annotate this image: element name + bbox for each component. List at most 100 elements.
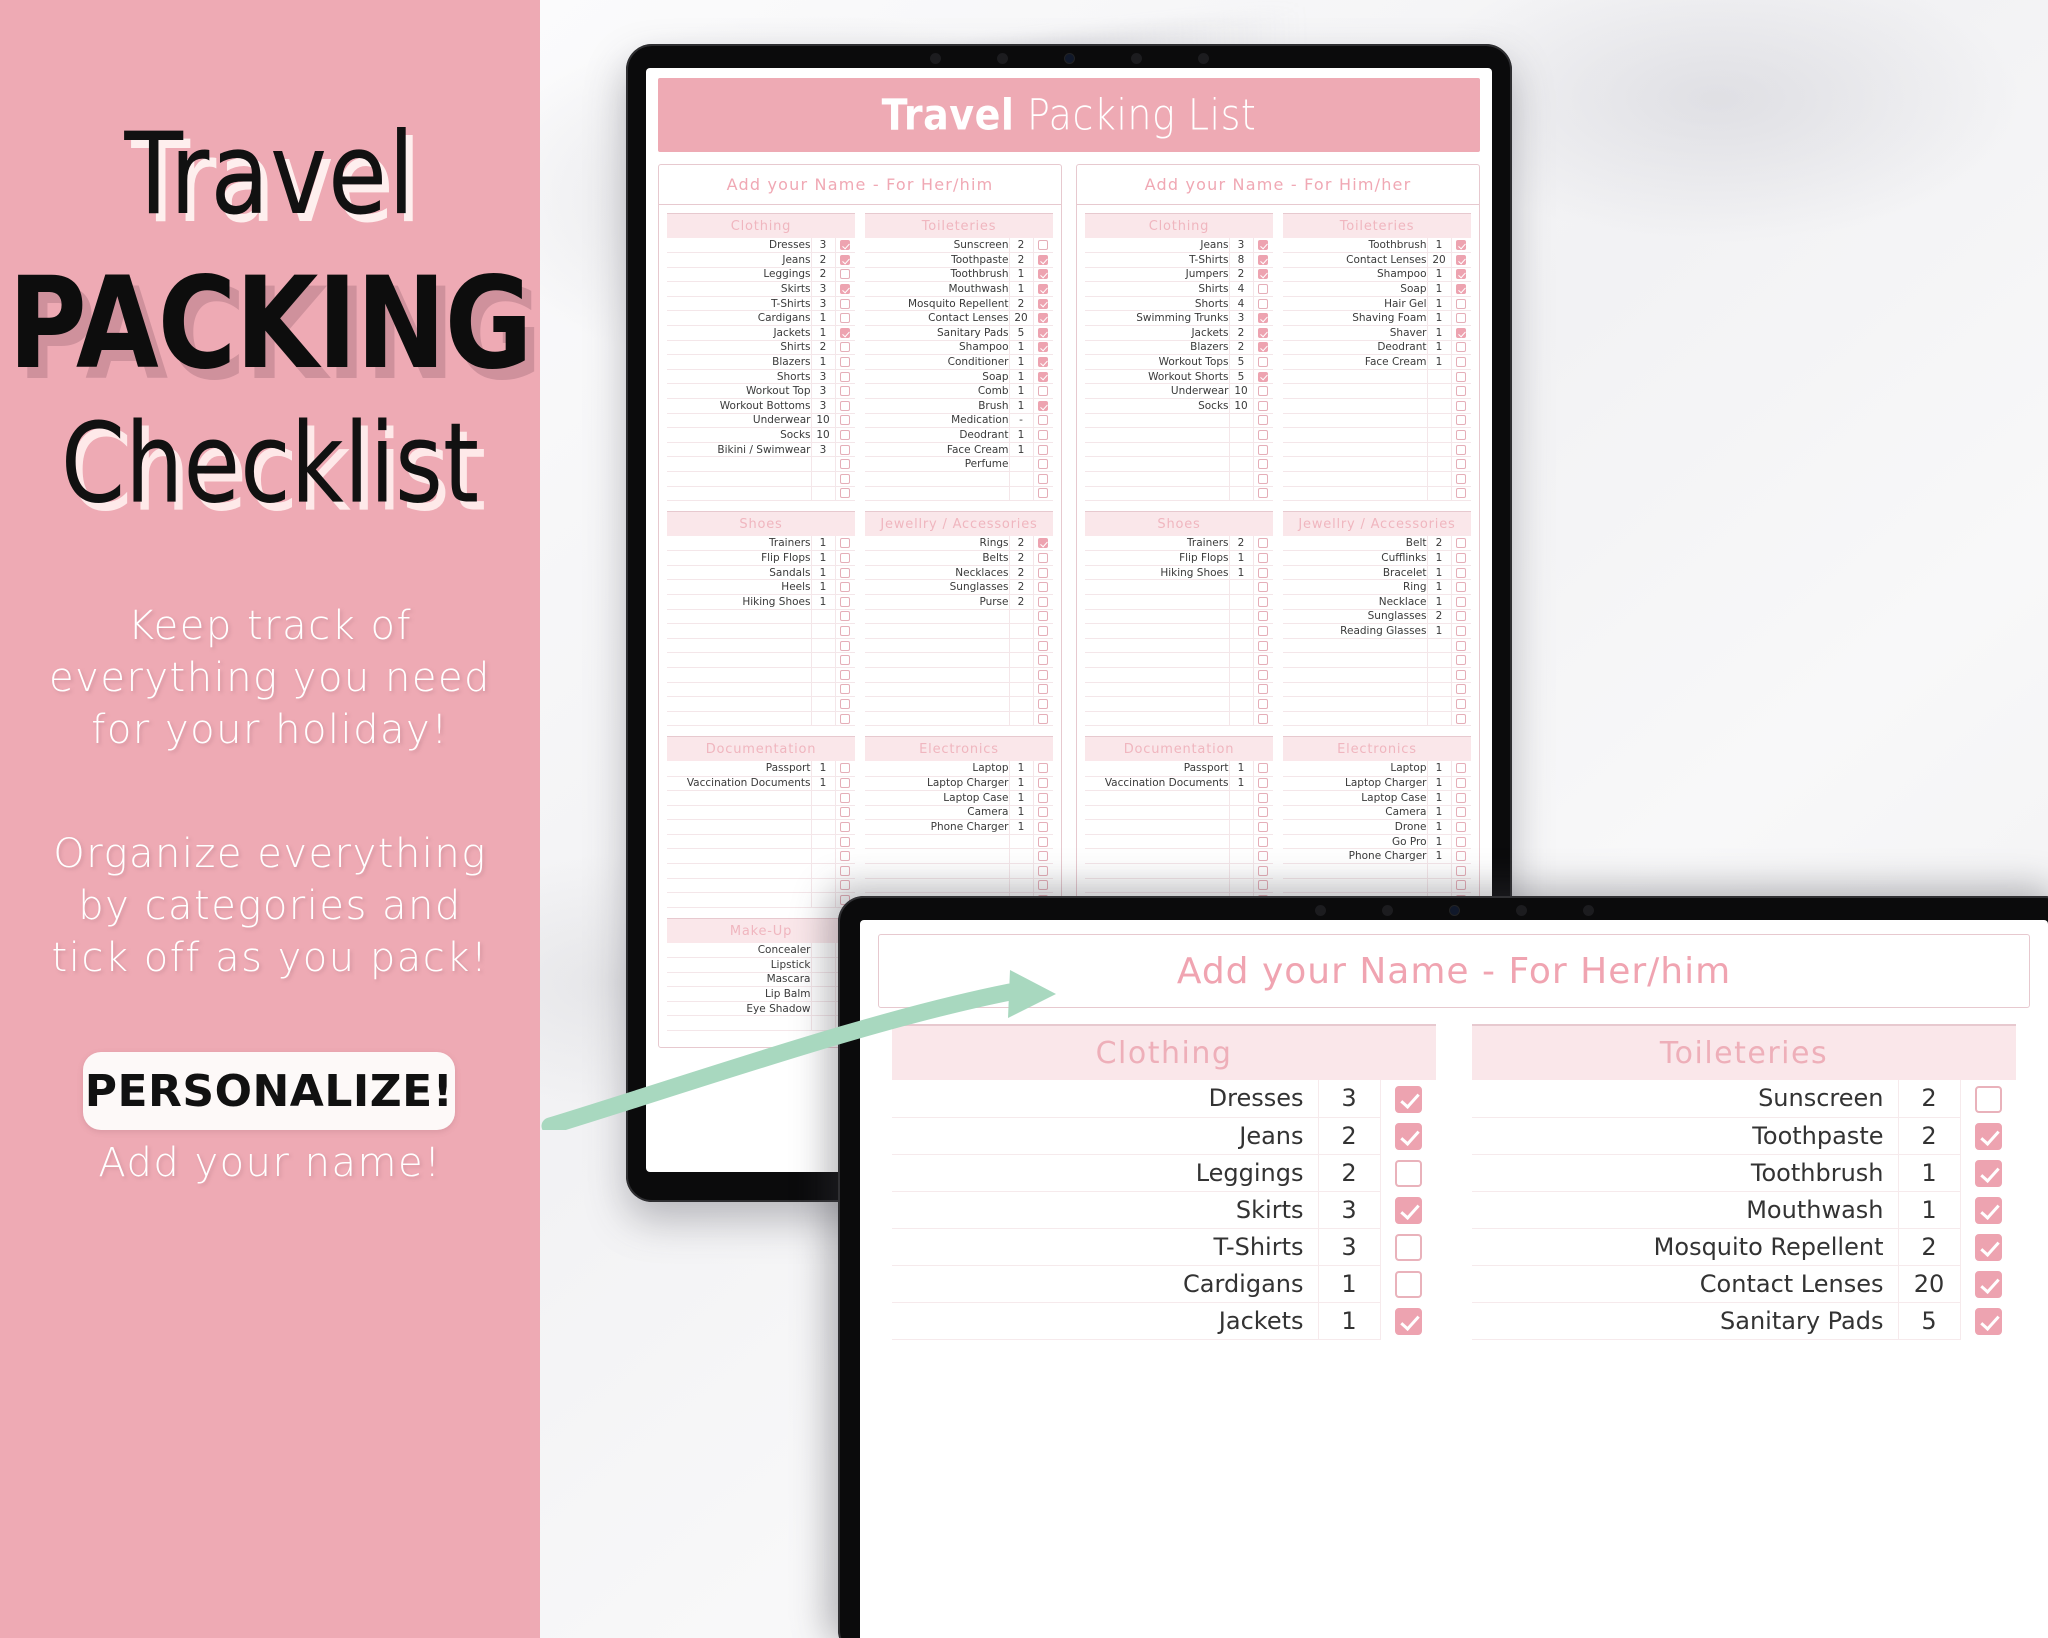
item-checkbox-cell[interactable] bbox=[835, 281, 855, 297]
checkbox-icon[interactable] bbox=[1456, 836, 1467, 847]
item-checkbox-cell[interactable] bbox=[1253, 296, 1273, 312]
checkbox-icon[interactable] bbox=[1394, 1307, 1422, 1335]
checkbox-icon[interactable] bbox=[1038, 313, 1049, 324]
checkbox-icon[interactable] bbox=[1456, 792, 1467, 803]
item-checkbox-cell[interactable] bbox=[1451, 776, 1471, 792]
checkbox-icon[interactable] bbox=[1258, 596, 1269, 607]
item-checkbox-cell[interactable] bbox=[1033, 696, 1053, 712]
checkbox-icon[interactable] bbox=[1038, 822, 1049, 833]
item-checkbox-cell[interactable] bbox=[1033, 848, 1053, 865]
item-checkbox-cell[interactable] bbox=[1253, 565, 1273, 581]
checkbox-icon[interactable] bbox=[840, 357, 851, 368]
item-checkbox-cell[interactable] bbox=[835, 536, 855, 552]
checkbox-icon[interactable] bbox=[1038, 254, 1049, 265]
item-checkbox-cell[interactable] bbox=[1380, 1154, 1436, 1191]
checkbox-icon[interactable] bbox=[1258, 444, 1269, 455]
checkbox-icon[interactable] bbox=[1258, 538, 1269, 549]
item-checkbox-cell[interactable] bbox=[1253, 609, 1273, 625]
checkbox-icon[interactable] bbox=[1974, 1159, 2002, 1187]
checkbox-icon[interactable] bbox=[1038, 327, 1049, 338]
checkbox-icon[interactable] bbox=[1038, 596, 1049, 607]
checkbox-icon[interactable] bbox=[1974, 1085, 2002, 1113]
item-checkbox-cell[interactable] bbox=[835, 383, 855, 400]
item-checkbox-cell[interactable] bbox=[1033, 776, 1053, 792]
item-checkbox-cell[interactable] bbox=[835, 550, 855, 566]
checkbox-icon[interactable] bbox=[840, 851, 851, 862]
item-checkbox-cell[interactable] bbox=[835, 442, 855, 458]
checkbox-icon[interactable] bbox=[840, 240, 851, 251]
item-checkbox-cell[interactable] bbox=[1033, 667, 1053, 683]
checkbox-icon[interactable] bbox=[1456, 342, 1467, 353]
checkbox-icon[interactable] bbox=[1456, 298, 1467, 309]
item-checkbox-cell[interactable] bbox=[1451, 383, 1471, 400]
item-checkbox-cell[interactable] bbox=[835, 398, 855, 414]
item-checkbox-cell[interactable] bbox=[1451, 550, 1471, 566]
item-checkbox-cell[interactable] bbox=[1451, 878, 1471, 894]
checkbox-icon[interactable] bbox=[1038, 611, 1049, 622]
item-checkbox-cell[interactable] bbox=[1451, 296, 1471, 312]
item-checkbox-cell[interactable] bbox=[1033, 609, 1053, 625]
checkbox-icon[interactable] bbox=[1456, 699, 1467, 710]
item-checkbox-cell[interactable] bbox=[1253, 834, 1273, 850]
item-checkbox-cell[interactable] bbox=[1451, 486, 1471, 502]
checkbox-icon[interactable] bbox=[840, 313, 851, 324]
checkbox-icon[interactable] bbox=[1038, 699, 1049, 710]
item-checkbox-cell[interactable] bbox=[1253, 310, 1273, 327]
item-checkbox-cell[interactable] bbox=[1253, 790, 1273, 806]
checkbox-icon[interactable] bbox=[1258, 473, 1269, 484]
checkbox-icon[interactable] bbox=[1456, 778, 1467, 789]
item-checkbox-cell[interactable] bbox=[835, 761, 855, 777]
checkbox-icon[interactable] bbox=[1456, 430, 1467, 441]
item-checkbox-cell[interactable] bbox=[1451, 340, 1471, 356]
item-checkbox-cell[interactable] bbox=[835, 805, 855, 821]
item-checkbox-cell[interactable] bbox=[835, 325, 855, 341]
item-checkbox-cell[interactable] bbox=[1253, 863, 1273, 879]
checkbox-icon[interactable] bbox=[840, 415, 851, 426]
item-checkbox-cell[interactable] bbox=[1451, 413, 1471, 429]
checkbox-icon[interactable] bbox=[1258, 254, 1269, 265]
item-checkbox-cell[interactable] bbox=[1380, 1265, 1436, 1302]
item-checkbox-cell[interactable] bbox=[1033, 623, 1053, 639]
checkbox-icon[interactable] bbox=[840, 284, 851, 295]
checkbox-icon[interactable] bbox=[1038, 488, 1049, 499]
item-checkbox-cell[interactable] bbox=[1253, 456, 1273, 472]
checkbox-icon[interactable] bbox=[1456, 488, 1467, 499]
checkbox-icon[interactable] bbox=[1258, 567, 1269, 578]
checkbox-icon[interactable] bbox=[1258, 371, 1269, 382]
item-checkbox-cell[interactable] bbox=[1451, 579, 1471, 596]
checkbox-icon[interactable] bbox=[1038, 459, 1049, 470]
item-checkbox-cell[interactable] bbox=[1451, 427, 1471, 443]
checkbox-icon[interactable] bbox=[1258, 640, 1269, 651]
item-checkbox-cell[interactable] bbox=[1253, 711, 1273, 727]
checkbox-icon[interactable] bbox=[1038, 778, 1049, 789]
item-checkbox-cell[interactable] bbox=[1033, 413, 1053, 429]
checkbox-icon[interactable] bbox=[1974, 1196, 2002, 1224]
item-checkbox-cell[interactable] bbox=[1451, 652, 1471, 669]
checkbox-icon[interactable] bbox=[1456, 415, 1467, 426]
checkbox-icon[interactable] bbox=[1258, 459, 1269, 470]
checkbox-icon[interactable] bbox=[840, 865, 851, 876]
checkbox-icon[interactable] bbox=[1394, 1122, 1422, 1150]
checkbox-icon[interactable] bbox=[1038, 400, 1049, 411]
item-checkbox-cell[interactable] bbox=[835, 790, 855, 806]
checkbox-icon[interactable] bbox=[1456, 400, 1467, 411]
checkbox-icon[interactable] bbox=[1258, 851, 1269, 862]
checkbox-icon[interactable] bbox=[1038, 538, 1049, 549]
checkbox-icon[interactable] bbox=[1456, 713, 1467, 724]
checkbox-icon[interactable] bbox=[1456, 655, 1467, 666]
checkbox-icon[interactable] bbox=[1038, 626, 1049, 637]
checkbox-icon[interactable] bbox=[1456, 284, 1467, 295]
checkbox-icon[interactable] bbox=[1394, 1270, 1422, 1298]
item-checkbox-cell[interactable] bbox=[835, 863, 855, 879]
item-checkbox-cell[interactable] bbox=[835, 623, 855, 639]
item-checkbox-cell[interactable] bbox=[1253, 638, 1273, 654]
checkbox-icon[interactable] bbox=[1038, 655, 1049, 666]
checkbox-icon[interactable] bbox=[1974, 1233, 2002, 1261]
checkbox-icon[interactable] bbox=[1038, 865, 1049, 876]
checkbox-icon[interactable] bbox=[1456, 386, 1467, 397]
checkbox-icon[interactable] bbox=[840, 611, 851, 622]
item-checkbox-cell[interactable] bbox=[1380, 1080, 1436, 1117]
checkbox-icon[interactable] bbox=[1258, 865, 1269, 876]
checkbox-icon[interactable] bbox=[840, 538, 851, 549]
item-checkbox-cell[interactable] bbox=[1033, 565, 1053, 581]
